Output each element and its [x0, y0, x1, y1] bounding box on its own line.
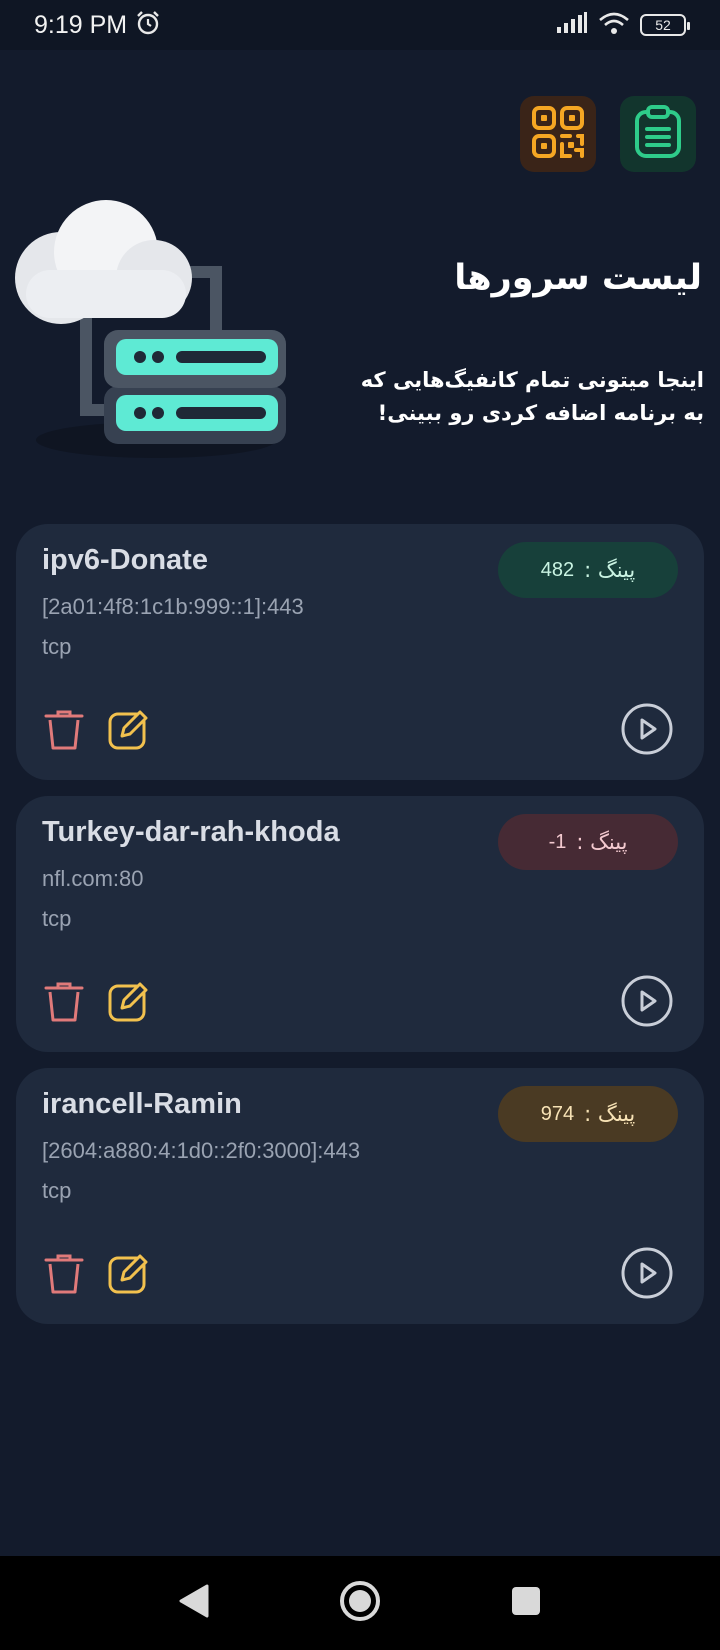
connect-play-button[interactable] — [620, 974, 674, 1032]
nav-back-button[interactable] — [169, 1578, 219, 1628]
home-icon — [339, 1580, 381, 1626]
play-icon — [620, 1246, 674, 1304]
ping-value: 482 — [540, 558, 575, 581]
server-card[interactable]: ipv6-Donate [2a01:4f8:1c1b:999::1]:443 t… — [16, 524, 704, 780]
connect-play-button[interactable] — [620, 1246, 674, 1304]
server-address: [2604:a880:4:1d0::2f0:3000]:443 — [42, 1138, 361, 1163]
trash-icon — [44, 708, 84, 756]
nav-recents-button[interactable] — [501, 1578, 551, 1628]
server-name: ipv6-Donate — [42, 544, 208, 576]
server-protocol: tcp — [42, 634, 72, 659]
signal-icon — [556, 12, 588, 38]
status-bar: 9:19 PM 52 — [0, 0, 720, 50]
edit-icon — [108, 1252, 150, 1298]
ping-value: -1 — [548, 830, 567, 853]
battery-level: 52 — [655, 17, 671, 33]
alarm-icon — [135, 10, 161, 40]
delete-button[interactable] — [44, 982, 84, 1026]
edit-button[interactable] — [108, 1254, 150, 1296]
server-address: nfl.com:80 — [42, 866, 144, 891]
delete-button[interactable] — [44, 710, 84, 754]
delete-button[interactable] — [44, 1254, 84, 1298]
battery-icon: 52 — [640, 14, 690, 36]
server-list: ipv6-Donate [2a01:4f8:1c1b:999::1]:443 t… — [16, 524, 704, 1340]
page-subtitle: اینجا میتونی تمام کانفیگ‌هایی که به برنا… — [360, 368, 704, 425]
trash-icon — [44, 1252, 84, 1300]
server-name: Turkey-dar-rah-khoda — [42, 816, 340, 848]
connect-play-button[interactable] — [620, 702, 674, 760]
ping-badge: پینگ : 482 — [498, 542, 678, 598]
status-time: 9:19 PM — [34, 10, 128, 39]
server-card[interactable]: irancell-Ramin [2604:a880:4:1d0::2f0:300… — [16, 1068, 704, 1324]
nav-home-button[interactable] — [335, 1578, 385, 1628]
back-icon — [177, 1583, 211, 1623]
system-nav-bar — [0, 1556, 720, 1650]
status-right: 52 — [556, 11, 690, 39]
edit-icon — [108, 708, 150, 754]
clipboard-icon — [631, 104, 685, 164]
qr-code-icon — [530, 104, 586, 164]
wifi-icon — [598, 11, 630, 39]
ping-badge: پینگ : -1 — [498, 814, 678, 870]
edit-button[interactable] — [108, 710, 150, 752]
server-address: [2a01:4f8:1c1b:999::1]:443 — [42, 594, 304, 619]
recents-icon — [510, 1585, 542, 1621]
server-protocol: tcp — [42, 1178, 72, 1203]
server-cloud-illustration — [6, 200, 296, 470]
status-left: 9:19 PM — [34, 10, 161, 40]
edit-button[interactable] — [108, 982, 150, 1024]
ping-label: پینگ : — [584, 558, 636, 582]
server-protocol: tcp — [42, 906, 72, 931]
ping-badge: پینگ : 974 — [498, 1086, 678, 1142]
page-title: لیست سرورها — [454, 258, 702, 298]
play-icon — [620, 974, 674, 1032]
play-icon — [620, 702, 674, 760]
server-card[interactable]: Turkey-dar-rah-khoda nfl.com:80 tcp پینگ… — [16, 796, 704, 1052]
ping-value: 974 — [540, 1102, 575, 1125]
ping-label: پینگ : — [584, 1102, 636, 1126]
ping-label: پینگ : — [576, 830, 628, 854]
trash-icon — [44, 980, 84, 1028]
paste-clipboard-button[interactable] — [620, 96, 696, 172]
edit-icon — [108, 980, 150, 1026]
qr-scan-button[interactable] — [520, 96, 596, 172]
server-name: irancell-Ramin — [42, 1088, 242, 1120]
